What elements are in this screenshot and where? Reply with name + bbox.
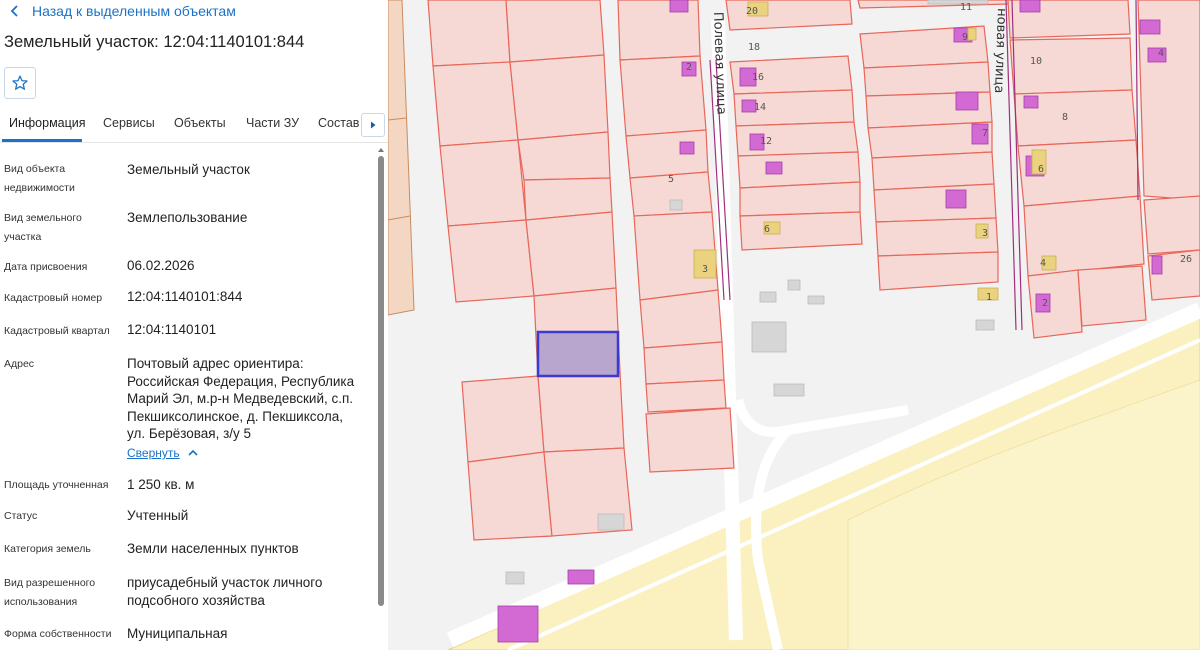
house-number: 4 xyxy=(1158,48,1164,59)
field-value-area: 1 250 кв. м xyxy=(127,477,195,492)
house-number: 10 xyxy=(1030,56,1042,67)
field-label-object-type: Вид объекта недвижимости xyxy=(4,163,75,194)
field-value-cadastral-number: 12:04:1140101:844 xyxy=(127,289,243,304)
house-number: 3 xyxy=(702,264,708,275)
chevron-up-icon xyxy=(188,449,198,456)
tab-objects[interactable]: Объекты xyxy=(174,116,226,130)
house-number: 16 xyxy=(752,72,764,83)
page-title: Земельный участок: 12:04:1140101:844 xyxy=(4,33,305,51)
field-label-cadastral-quarter: Кадастровый квартал xyxy=(4,325,110,337)
house-number: 8 xyxy=(1062,112,1068,123)
collapse-address-link[interactable]: Свернуть xyxy=(127,446,198,460)
field-value-permitted-use: приусадебный участок личного подсобного … xyxy=(127,575,323,608)
back-link[interactable]: Назад к выделенным объектам xyxy=(8,2,236,20)
tab-info[interactable]: Информация xyxy=(9,116,86,130)
field-value-status: Учтенный xyxy=(127,508,189,523)
field-label-cadastral-number: Кадастровый номер xyxy=(4,292,103,304)
field-label-area: Площадь уточненная xyxy=(4,479,109,491)
house-number: 2 xyxy=(1042,298,1048,309)
tab-composition[interactable]: Состав xyxy=(318,116,359,130)
house-number: 3 xyxy=(982,228,988,239)
house-number: 1 xyxy=(986,292,992,303)
active-tab-indicator xyxy=(2,139,82,142)
field-value-land-category: Земли населенных пунктов xyxy=(127,541,299,556)
map-view[interactable]: Полевая улица новая улица 20 18 16 14 12… xyxy=(388,0,1200,650)
house-number: 9 xyxy=(962,32,968,43)
field-value-land-type: Землепользование xyxy=(127,210,248,225)
field-value-ownership: Муниципальная xyxy=(127,626,228,641)
field-value-address: Почтовый адрес ориентира: Российская Фед… xyxy=(127,356,355,441)
info-panel: Назад к выделенным объектам Земельный уч… xyxy=(0,0,389,650)
collapse-label: Свернуть xyxy=(127,446,180,460)
house-number: 12 xyxy=(760,136,772,147)
house-number: 14 xyxy=(754,102,766,113)
tab-parts[interactable]: Части ЗУ xyxy=(246,116,299,130)
favorite-button[interactable] xyxy=(4,67,36,99)
house-number: 2 xyxy=(686,62,692,73)
panel-scrollbar[interactable] xyxy=(377,146,385,650)
field-label-ownership: Форма собственности xyxy=(4,628,112,640)
field-value-assign-date: 06.02.2026 xyxy=(127,258,195,273)
selected-parcel[interactable] xyxy=(536,330,620,378)
field-label-land-type: Вид земельного участка xyxy=(4,212,82,243)
house-number: 11 xyxy=(960,2,972,13)
field-label-permitted-use: Вид разрешенного использования xyxy=(4,577,96,608)
house-number: 6 xyxy=(764,224,770,235)
house-number: 5 xyxy=(668,174,674,185)
scroll-thumb[interactable] xyxy=(378,156,384,606)
house-number: 18 xyxy=(748,42,760,53)
house-number: 26 xyxy=(1180,254,1192,265)
field-label-address: Адрес xyxy=(4,358,35,370)
field-value-object-type: Земельный участок xyxy=(127,162,250,177)
house-number: 20 xyxy=(746,6,758,17)
house-number: 7 xyxy=(982,128,988,139)
star-icon xyxy=(12,75,28,90)
field-value-cadastral-quarter: 12:04:1140101 xyxy=(127,322,217,337)
field-label-land-category: Категория земель xyxy=(4,543,91,555)
tab-services[interactable]: Сервисы xyxy=(103,116,155,130)
chevron-left-icon xyxy=(10,5,18,17)
caret-right-icon xyxy=(371,121,376,129)
tabs-scroll-right-button[interactable] xyxy=(361,113,385,137)
field-label-assign-date: Дата присвоения xyxy=(4,261,88,273)
map-canvas[interactable]: Полевая улица новая улица 20 18 16 14 12… xyxy=(388,0,1200,650)
house-number: 6 xyxy=(1038,164,1044,175)
field-label-status: Статус xyxy=(4,510,38,522)
house-number: 4 xyxy=(1040,258,1046,269)
scroll-up-arrow-icon[interactable] xyxy=(377,146,385,154)
tab-bar: Информация Сервисы Объекты Части ЗУ Сост… xyxy=(0,110,388,143)
back-link-label: Назад к выделенным объектам xyxy=(32,3,236,19)
street-label-novaya: новая улица xyxy=(991,8,1009,94)
